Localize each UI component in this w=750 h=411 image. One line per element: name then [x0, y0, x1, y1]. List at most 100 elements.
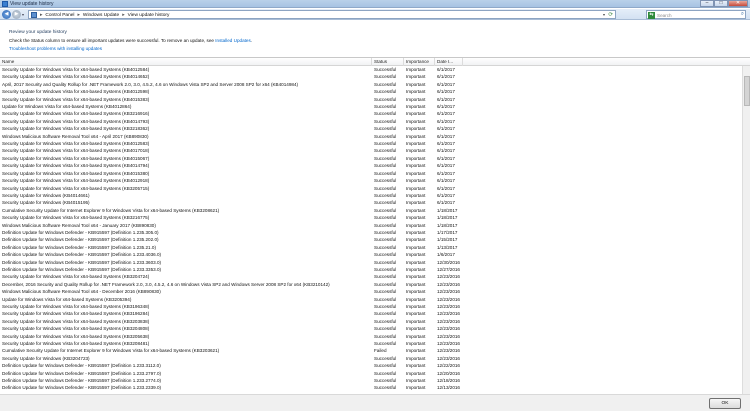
back-button[interactable]: ◀	[2, 10, 11, 19]
table-row[interactable]: Security Update for Windows Vista for x6…	[0, 73, 750, 80]
table-row[interactable]: Security Update for Windows Vista for x6…	[0, 125, 750, 132]
table-row[interactable]: Cumulative Security Update for Internet …	[0, 347, 750, 354]
forward-button[interactable]: ▶	[12, 10, 21, 19]
table-row[interactable]: Security Update for Windows Vista for x6…	[0, 110, 750, 117]
column-header-name[interactable]: Name	[0, 58, 372, 66]
table-row[interactable]: Security Update for Windows Vista for x6…	[0, 140, 750, 147]
cell-status: Successful	[374, 333, 397, 339]
chevron-right-icon[interactable]: ▸	[78, 13, 80, 18]
chevron-right-icon[interactable]: ▸	[40, 13, 42, 18]
table-row[interactable]: Security Update for Windows Vista for x6…	[0, 333, 750, 340]
cell-date: 12/23/2016	[437, 341, 460, 347]
cell-date: 12/18/2016	[437, 378, 460, 384]
cell-importance: Important	[406, 355, 426, 361]
cell-date: 12/23/2016	[437, 326, 460, 332]
cell-status: Successful	[374, 104, 397, 110]
cell-status: Successful	[374, 178, 397, 184]
table-row[interactable]: Definition Update for Windows Defender -…	[0, 229, 750, 236]
troubleshoot-link[interactable]: Troubleshoot problems with installing up…	[9, 46, 102, 51]
table-row[interactable]: Security Update for Windows Vista for x6…	[0, 147, 750, 154]
address-toolbar: ◀ ▶ ▾ ▸ Control Panel ▸ Windows Update ▸…	[0, 9, 750, 20]
cell-status: Successful	[374, 318, 397, 324]
breadcrumb-view-update-history[interactable]: View update history	[128, 13, 170, 18]
cell-status: Successful	[374, 244, 397, 250]
table-row[interactable]: Definition Update for Windows Defender -…	[0, 236, 750, 243]
ok-button[interactable]: OK	[709, 398, 741, 409]
table-row[interactable]: Security Update for Windows Vista for x6…	[0, 155, 750, 162]
cell-status: Successful	[374, 89, 397, 95]
table-row[interactable]: Security Update for Windows Vista for x6…	[0, 162, 750, 169]
cell-importance: Important	[406, 378, 426, 384]
cell-name: Security Update for Windows Vista for x6…	[2, 126, 150, 132]
table-row[interactable]: Security Update for Windows (KB3204723) S…	[0, 355, 750, 362]
cell-importance: Important	[406, 200, 426, 206]
table-row[interactable]: Security Update for Windows Vista for x6…	[0, 318, 750, 325]
refresh-icon[interactable]: ⟳	[608, 12, 613, 18]
table-row[interactable]: Security Update for Windows Vista for x6…	[0, 303, 750, 310]
cell-status: Successful	[374, 281, 397, 287]
cell-name: Security Update for Windows Vista for x6…	[2, 96, 150, 102]
table-row[interactable]: Security Update for Windows Vista for x6…	[0, 96, 750, 103]
recent-pages-dropdown[interactable]: ▾	[22, 12, 24, 17]
table-row[interactable]: Definition Update for Windows Defender -…	[0, 251, 750, 258]
chevron-down-icon[interactable]: ▾	[603, 12, 605, 17]
cell-name: Windows Malicious Software Removal Tool …	[2, 289, 161, 295]
cell-importance: Important	[406, 370, 426, 376]
address-bar[interactable]: ▸ Control Panel ▸ Windows Update ▸ View …	[28, 10, 616, 19]
breadcrumb-windows-update[interactable]: Windows Update	[83, 13, 119, 18]
table-row[interactable]: Definition Update for Windows Defender -…	[0, 244, 750, 251]
table-row[interactable]: Security Update for Windows Vista for x6…	[0, 88, 750, 95]
table-row[interactable]: Security Update for Windows Vista for x6…	[0, 310, 750, 317]
table-row[interactable]: Windows Malicious Software Removal Tool …	[0, 288, 750, 295]
table-row[interactable]: Security Update for Windows (KB4015195) S…	[0, 199, 750, 206]
table-row[interactable]: Definition Update for Windows Defender -…	[0, 266, 750, 273]
cell-status: Successful	[374, 311, 397, 317]
cell-status: Successful	[374, 341, 397, 347]
breadcrumb-control-panel[interactable]: Control Panel	[45, 13, 74, 18]
cell-name: Update for Windows Vista for x64-based S…	[2, 296, 132, 302]
search-icon[interactable]: ⌕	[741, 11, 744, 18]
table-row[interactable]: Security Update for Windows Vista for x6…	[0, 118, 750, 125]
cell-importance: Important	[406, 259, 426, 265]
vertical-scrollbar[interactable]	[742, 66, 750, 394]
cell-status: Successful	[374, 296, 397, 302]
cell-importance: Important	[406, 207, 426, 213]
cell-date: 1/18/2017	[437, 222, 458, 228]
table-row[interactable]: Security Update for Windows Vista for x6…	[0, 177, 750, 184]
table-row[interactable]: Security Update for Windows Vista for x6…	[0, 185, 750, 192]
column-header-date[interactable]: Date I...	[435, 58, 463, 66]
table-row[interactable]: Windows Malicious Software Removal Tool …	[0, 222, 750, 229]
table-row[interactable]: Cumulative Security Update for Internet …	[0, 207, 750, 214]
table-row[interactable]: Definition Update for Windows Defender -…	[0, 362, 750, 369]
cell-date: 6/1/2017	[437, 163, 455, 169]
cell-name: Definition Update for Windows Defender -…	[2, 378, 162, 384]
table-row[interactable]: Definition Update for Windows Defender -…	[0, 370, 750, 377]
table-row[interactable]: Security Update for Windows Vista for x6…	[0, 325, 750, 332]
table-row[interactable]: Update for Windows Vista for x64-based S…	[0, 103, 750, 110]
cell-date: 6/1/2017	[437, 133, 455, 139]
cell-date: 6/1/2017	[437, 192, 455, 198]
table-row[interactable]: Definition Update for Windows Defender -…	[0, 384, 750, 391]
table-row[interactable]: Security Update for Windows Vista for x6…	[0, 170, 750, 177]
search-input[interactable]: ⇆ Search ⌕	[646, 10, 746, 19]
column-header-importance[interactable]: Importance	[404, 58, 435, 66]
table-row[interactable]: Security Update for Windows Vista for x6…	[0, 214, 750, 221]
column-header-status[interactable]: Status	[372, 58, 404, 66]
minimize-button[interactable]: –	[700, 0, 714, 7]
table-row[interactable]: Definition Update for Windows Defender -…	[0, 259, 750, 266]
table-row[interactable]: April, 2017 Security and Quality Rollup …	[0, 81, 750, 88]
scrollbar-thumb[interactable]	[744, 76, 750, 106]
maximize-button[interactable]: □	[714, 0, 728, 7]
installed-updates-link[interactable]: Installed Updates	[215, 38, 251, 43]
table-row[interactable]: Security Update for Windows Vista for x6…	[0, 340, 750, 347]
table-row[interactable]: Update for Windows Vista for x64-based S…	[0, 296, 750, 303]
table-row[interactable]: Windows Malicious Software Removal Tool …	[0, 133, 750, 140]
table-row[interactable]: Definition Update for Windows Defender -…	[0, 377, 750, 384]
table-row[interactable]: December, 2016 Security and Quality Roll…	[0, 281, 750, 288]
window-controls: – □ ✕	[700, 0, 748, 7]
close-button[interactable]: ✕	[728, 0, 748, 7]
table-row[interactable]: Security Update for Windows Vista for x6…	[0, 66, 750, 73]
table-row[interactable]: Security Update for Windows Vista for x6…	[0, 273, 750, 280]
table-row[interactable]: Security Update for Windows (KB4014661) S…	[0, 192, 750, 199]
chevron-right-icon[interactable]: ▸	[122, 13, 124, 18]
